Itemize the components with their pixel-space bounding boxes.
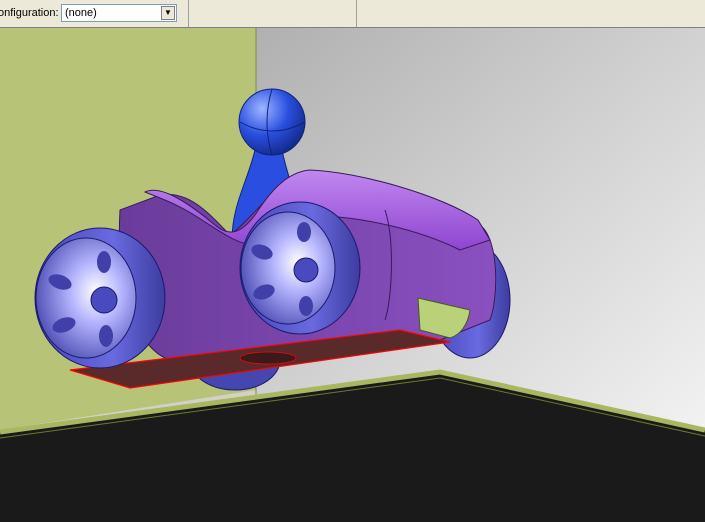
toolbar-divider [356,0,357,27]
driver-head [238,88,306,156]
toolbar-divider [188,0,189,27]
configuration-toolbar: onfiguration: (none) ▼ [0,0,705,28]
middle-wheel-hub [240,211,336,325]
configuration-dropdown-value: (none) [65,7,97,19]
configuration-dropdown[interactable]: (none) ▼ [61,4,177,22]
graphics-viewport[interactable] [0,28,705,522]
configuration-label: onfiguration: [0,7,59,19]
front-wheel-hub [35,237,137,359]
chevron-down-icon[interactable]: ▼ [161,6,175,20]
